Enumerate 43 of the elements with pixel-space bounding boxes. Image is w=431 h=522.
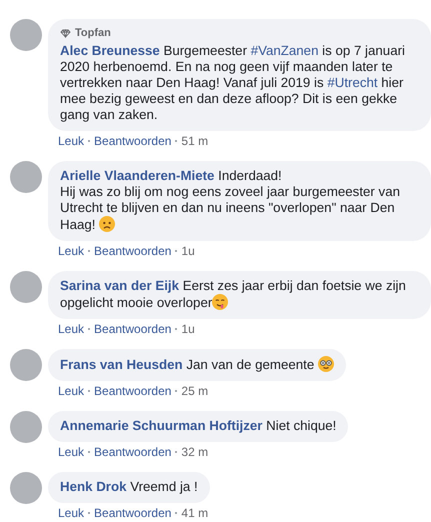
avatar-placeholder[interactable]: [10, 472, 42, 504]
author-link[interactable]: Arielle Vlaanderen-Miete: [60, 168, 214, 183]
reply-link[interactable]: Beantwoorden: [94, 321, 172, 337]
glasses-face-icon: [318, 356, 334, 372]
like-link[interactable]: Leuk: [58, 444, 84, 460]
avatar-placeholder[interactable]: [10, 19, 42, 51]
avatar-placeholder[interactable]: [10, 271, 42, 303]
author-link[interactable]: Frans van Heusden: [60, 357, 183, 372]
like-link[interactable]: Leuk: [58, 321, 84, 337]
topfan-label: Topfan: [75, 26, 111, 40]
comment-text: Arielle Vlaanderen-Miete Inderdaad! Hij was zo blij om nog eens zoveel jaar burgemeester van Utrecht te blijven en dan nu ineens "overlopen" naar Den Haag!: [60, 168, 401, 233]
author-link[interactable]: Sarina van der Eijk: [60, 278, 179, 293]
comment-text: Henk Drok Vreemd ja !: [60, 479, 198, 495]
reply-link[interactable]: Beantwoorden: [94, 505, 172, 521]
hashtag-link[interactable]: #Utrecht: [327, 75, 378, 90]
reply-link[interactable]: Beantwoorden: [94, 243, 172, 259]
tongue-face-icon: [212, 294, 228, 310]
author-link[interactable]: Alec Breunesse: [60, 43, 160, 58]
comment-text: Sarina van der Eijk Eerst zes jaar erbij dan foetsie we zijn opgelicht mooie overloper: [60, 278, 407, 311]
avatar-placeholder[interactable]: [10, 349, 42, 381]
avatar-placeholder[interactable]: [10, 161, 42, 193]
like-link[interactable]: Leuk: [58, 243, 84, 259]
comment-time: 41 m: [181, 505, 208, 521]
avatar-placeholder[interactable]: [10, 411, 42, 443]
like-link[interactable]: Leuk: [58, 383, 84, 399]
diamond-icon: [60, 28, 71, 38]
author-link[interactable]: Henk Drok: [60, 479, 127, 494]
comment-text: Frans van Heusden Jan van de gemeente: [60, 356, 334, 373]
like-link[interactable]: Leuk: [58, 505, 84, 521]
author-link[interactable]: Annemarie Schuurman Hoftijzer: [60, 418, 262, 433]
hashtag-link[interactable]: #VanZanen: [250, 43, 318, 58]
reply-link[interactable]: Beantwoorden: [94, 133, 172, 149]
reply-link[interactable]: Beantwoorden: [94, 444, 172, 460]
comment-time: 32 m: [181, 444, 208, 460]
like-link[interactable]: Leuk: [58, 133, 84, 149]
comment-time: 51 m: [181, 133, 208, 149]
comment-time: 25 m: [181, 383, 208, 399]
reply-link[interactable]: Beantwoorden: [94, 383, 172, 399]
comment-text: Alec Breunesse Burgemeester #VanZanen is op 7 januari 2020 herbenoemd. En na nog geen vijf maanden later te vertrekken naar Den Haag! Vanaf juli 2019 is #Utrecht hier mee bezig geweest en dan deze afloop? Dit is een gekke gang van zaken.: [60, 43, 406, 123]
comment-time: 1u: [181, 321, 195, 337]
comment-text: Annemarie Schuurman Hoftijzer Niet chique!: [60, 418, 336, 434]
frowning-face-icon: [99, 216, 116, 232]
comment-time: 1u: [181, 243, 195, 259]
